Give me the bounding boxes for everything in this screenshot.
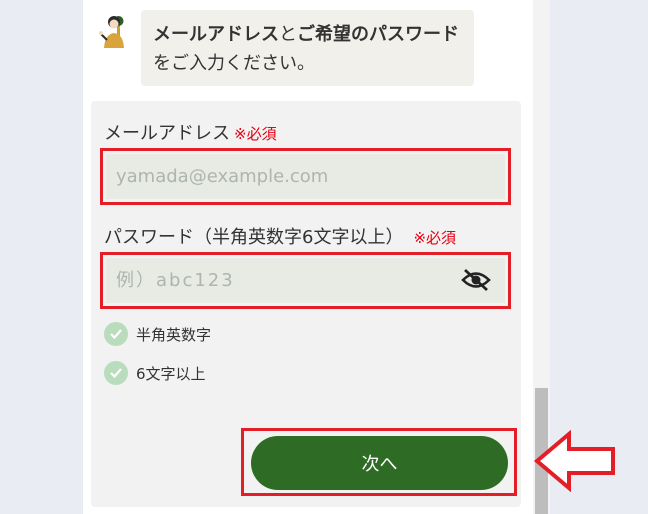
instruction-bubble: メールアドレスとご希望のパスワードをご入力ください。 [141,10,474,86]
bubble-text-and: と [279,24,297,45]
email-required-badge: ※必須 [234,125,277,143]
pointer-arrow-icon [533,430,615,492]
password-label-row: パスワード（半角英数字6文字以上） ※必須 [104,223,456,249]
bubble-bold-password: ご希望のパスワード [297,24,459,45]
next-button[interactable]: 次へ [251,436,508,490]
password-label: パスワード（半角英数字6文字以上） [104,227,404,248]
email-label-row: メールアドレス ※必須 [104,119,277,145]
check-item-alnum: 半角英数字 [104,322,211,346]
bubble-bold-email: メールアドレス [153,24,279,45]
toggle-password-visibility-button[interactable] [460,266,492,294]
password-field[interactable] [106,258,505,303]
check-label-alnum: 半角英数字 [136,325,212,344]
bubble-text-instruction: をご入力ください。 [153,53,315,74]
check-label-length: 6文字以上 [136,364,206,383]
check-circle-icon [104,322,128,346]
check-item-length: 6文字以上 [104,361,206,385]
assistant-avatar-icon [95,12,131,50]
email-label: メールアドレス [104,123,230,144]
eye-slash-icon [461,268,491,292]
check-circle-icon [104,361,128,385]
password-required-badge: ※必須 [413,229,457,247]
email-field[interactable] [106,154,505,199]
